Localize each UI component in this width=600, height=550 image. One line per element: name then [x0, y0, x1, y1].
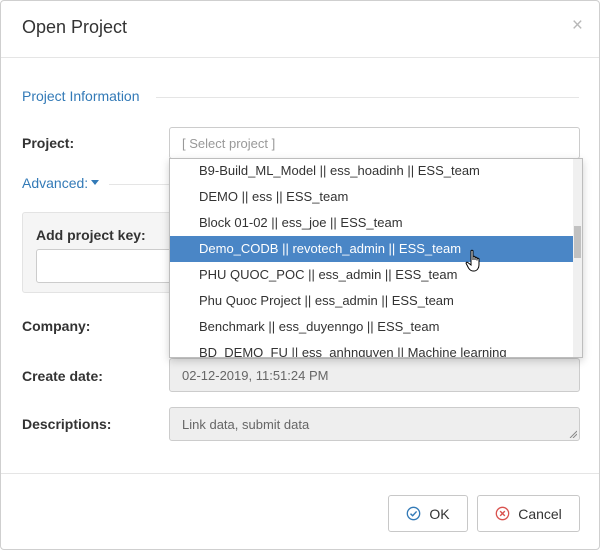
close-icon[interactable]: ×	[572, 16, 583, 35]
ok-button[interactable]: OK	[388, 495, 468, 532]
cancel-label: Cancel	[518, 505, 562, 522]
dropdown-option[interactable]: Benchmark || ess_duyenngo || ESS_team	[170, 314, 574, 340]
section-title: Project Information	[22, 88, 140, 104]
project-select-placeholder: [ Select project ]	[182, 136, 276, 151]
add-project-key-label: Add project key:	[36, 227, 146, 243]
open-project-dialog: Open Project × Project Information Proje…	[0, 0, 600, 550]
dropdown-option[interactable]: PHU QUOC_POC || ess_admin || ESS_team	[170, 262, 574, 288]
dialog-header: Open Project ×	[1, 1, 599, 58]
check-circle-icon	[407, 506, 421, 521]
resize-grip-icon[interactable]	[569, 430, 577, 438]
dropdown-scrollbar[interactable]	[573, 159, 582, 357]
ok-label: OK	[429, 505, 450, 522]
dropdown-option[interactable]: Phu Quoc Project || ess_admin || ESS_tea…	[170, 288, 574, 314]
cancel-button[interactable]: Cancel	[477, 495, 580, 532]
dropdown-option[interactable]: B9-Build_ML_Model || ess_hoadinh || ESS_…	[170, 159, 574, 184]
dropdown-option[interactable]: Demo_CODB || revotech_admin || ESS_team	[170, 236, 574, 262]
dialog-title: Open Project	[22, 17, 128, 37]
dropdown-option[interactable]: DEMO || ess || ESS_team	[170, 184, 574, 210]
company-label: Company:	[22, 318, 91, 334]
create-date-field: 02-12-2019, 11:51:24 PM	[169, 358, 580, 392]
descriptions-textarea[interactable]: Link data, submit data	[169, 407, 580, 441]
x-circle-icon	[495, 506, 510, 521]
hand-pointer-icon	[465, 249, 480, 272]
dropdown-option[interactable]: Block 01-02 || ess_joe || ESS_team	[170, 210, 574, 236]
create-date-value: 02-12-2019, 11:51:24 PM	[182, 368, 329, 383]
project-label: Project:	[22, 135, 75, 151]
dropdown-scrollbar-thumb[interactable]	[574, 226, 581, 258]
advanced-label: Advanced:	[22, 175, 89, 191]
project-select[interactable]: [ Select project ]	[169, 127, 580, 159]
project-dropdown-list[interactable]: B9-Build_ML_Model || ess_hoadinh || ESS_…	[169, 158, 583, 358]
dropdown-option[interactable]: BD_DEMO_FU || ess_anhnguyen || Machine l…	[170, 340, 574, 357]
advanced-toggle[interactable]: Advanced:	[22, 175, 100, 191]
descriptions-label: Descriptions:	[22, 416, 112, 432]
dropdown-options: B9-Build_ML_Model || ess_hoadinh || ESS_…	[170, 159, 574, 357]
descriptions-value: Link data, submit data	[182, 417, 310, 432]
section-divider	[156, 97, 579, 98]
footer-divider	[1, 473, 599, 474]
caret-down-icon	[91, 180, 100, 185]
create-date-label: Create date:	[22, 368, 103, 384]
advanced-divider	[109, 184, 169, 185]
